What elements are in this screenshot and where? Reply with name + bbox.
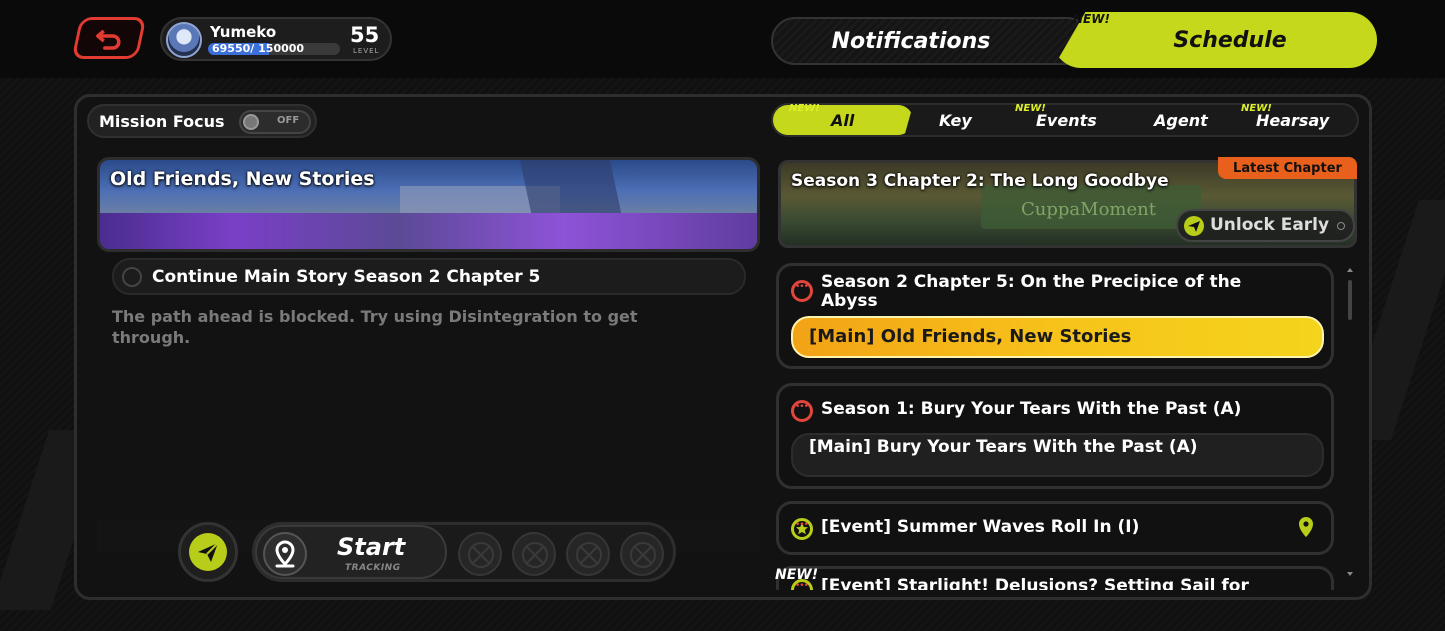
mission-card[interactable]: Season 1: Bury Your Tears With the Past … — [776, 383, 1334, 489]
mission-card-title: [Event] Starlight! Delusions? Setting Sa… — [821, 576, 1249, 591]
mission-card-clip: [Event] Starlight! Delusions? Setting Sa… — [776, 566, 1334, 590]
start-label: Start — [337, 533, 406, 561]
x-icon — [576, 542, 602, 568]
quest-objective[interactable]: Continue Main Story Season 2 Chapter 5 — [112, 258, 746, 295]
tracking-label: TRACKING — [345, 563, 401, 573]
tab-notifications-label: Notifications — [831, 28, 991, 54]
unlock-early-button[interactable]: Unlock Early — [1176, 209, 1355, 242]
latest-chapter-tag: Latest Chapter — [1218, 157, 1357, 179]
location-pin-icon — [1299, 517, 1313, 537]
category-filters: All NEW! Key Events NEW! Agent Hearsay N… — [771, 103, 1359, 137]
mission-card-title: Season 1: Bury Your Tears With the Past … — [821, 399, 1242, 419]
empty-slot[interactable] — [620, 532, 664, 576]
new-badge: NEW! — [1015, 103, 1046, 114]
player-name: Yumeko — [210, 23, 277, 41]
subtask-label: [Main] Old Friends, New Stories — [809, 326, 1132, 347]
paper-plane-icon — [198, 542, 219, 562]
new-badge: NEW! — [789, 103, 820, 114]
quest-banner: Old Friends, New Stories — [97, 157, 760, 252]
tab-schedule-label: Schedule — [1173, 27, 1287, 53]
latest-chapter-title: Season 3 Chapter 2: The Long Goodbye — [791, 171, 1169, 191]
filter-agent[interactable]: Agent — [1154, 111, 1208, 130]
player-profile[interactable]: Yumeko 69550/ 150000 55 LEVEL — [160, 17, 392, 61]
mission-card[interactable]: [Event] Summer Waves Roll In (I) — [776, 501, 1334, 555]
player-level: 55 — [350, 23, 380, 47]
xp-current: 69550 — [212, 42, 251, 55]
unlock-early-label: Unlock Early — [1210, 215, 1330, 235]
mission-card-title: Season 2 Chapter 5: On the Precipice of … — [821, 272, 1242, 311]
mission-card[interactable]: [Event] Starlight! Delusions? Setting Sa… — [776, 566, 1334, 590]
mission-focus-toggle[interactable]: OFF — [239, 110, 311, 134]
location-pin-icon — [263, 532, 307, 576]
x-icon — [522, 542, 548, 568]
objective-text: Continue Main Story Season 2 Chapter 5 — [152, 267, 541, 287]
empty-slot[interactable] — [566, 532, 610, 576]
filter-all[interactable]: All — [831, 111, 854, 130]
mission-card-subtask[interactable]: [Main] Bury Your Tears With the Past (A) — [791, 433, 1324, 477]
dots-icon — [791, 280, 813, 302]
quest-description: The path ahead is blocked. Try using Dis… — [112, 307, 638, 347]
new-badge: NEW! — [775, 567, 819, 583]
start-tracking-button[interactable]: Start TRACKING — [255, 525, 447, 579]
level-label: LEVEL — [353, 47, 380, 55]
toggle-knob — [243, 114, 259, 130]
empty-slot[interactable] — [512, 532, 556, 576]
avatar — [166, 22, 202, 58]
banner-sign-text: CuppaMoment — [1021, 199, 1156, 220]
paper-plane-icon — [1184, 216, 1204, 236]
x-icon — [468, 542, 494, 568]
indicator-dot — [1337, 222, 1345, 230]
subtask-label: [Main] Bury Your Tears With the Past (A) — [809, 437, 1198, 457]
mission-card-subtask[interactable]: [Main] Old Friends, New Stories — [791, 316, 1324, 358]
toggle-state: OFF — [277, 115, 300, 126]
scrollbar-thumb[interactable] — [1348, 280, 1352, 320]
tab-notifications[interactable]: Notifications — [771, 17, 1091, 65]
new-badge: NEW! — [1241, 103, 1272, 114]
navigate-button[interactable] — [178, 522, 238, 582]
dots-icon — [791, 400, 813, 422]
xp-max: 150000 — [258, 42, 305, 55]
objective-checkbox — [122, 267, 142, 287]
mission-card-title: [Event] Summer Waves Roll In (I) — [821, 517, 1140, 537]
empty-slot[interactable] — [458, 532, 502, 576]
top-tabs: Notifications Schedule NEW! — [771, 12, 1377, 68]
back-button[interactable] — [71, 17, 147, 59]
mission-focus-label: Mission Focus — [99, 112, 225, 131]
mission-focus: Mission Focus OFF — [87, 104, 317, 138]
back-arrow-icon — [96, 29, 121, 50]
filter-key[interactable]: Key — [939, 111, 972, 130]
star-icon — [791, 518, 813, 540]
mission-card[interactable]: Season 2 Chapter 5: On the Precipice of … — [776, 263, 1334, 369]
x-icon — [630, 542, 656, 568]
xp-text: 69550/ 150000 — [212, 42, 305, 55]
new-badge: NEW! — [1073, 12, 1110, 26]
banner-scenery — [100, 213, 757, 249]
quest-title: Old Friends, New Stories — [110, 168, 375, 190]
navigate-icon-bg — [189, 533, 227, 571]
tracking-bar: Start TRACKING — [252, 522, 676, 582]
